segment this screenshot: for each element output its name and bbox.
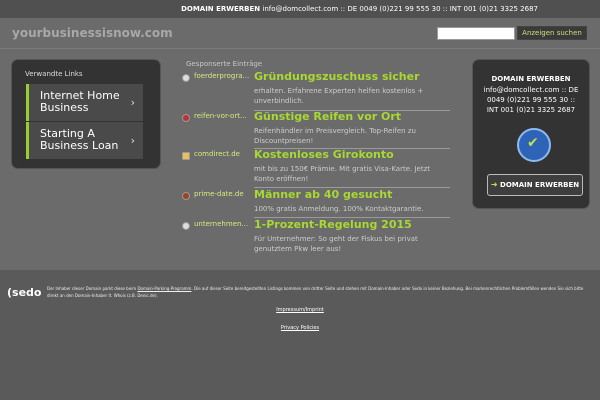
favicon-icon xyxy=(182,114,190,122)
domain-buy-button-label: DOMAIN ERWERBEN xyxy=(500,181,580,189)
entry-description: 100% gratis Anmeldung. 100% Kontaktgaran… xyxy=(254,205,424,213)
favicon-icon xyxy=(182,74,190,82)
entry-headline[interactable]: Kostenloses Girokonto xyxy=(254,148,394,161)
entry-headline[interactable]: Männer ab 40 gesucht xyxy=(254,188,392,201)
search-input[interactable] xyxy=(437,27,515,40)
site-name: yourbusinessisnow.com xyxy=(12,26,173,40)
privacy-link[interactable]: Privacy Policies xyxy=(0,325,600,331)
domain-buy-button[interactable]: ➜ DOMAIN ERWERBEN xyxy=(487,174,583,196)
parking-program-link[interactable]: Domain-Parking-Programm xyxy=(137,286,191,291)
related-link-label: Internet Home Business xyxy=(40,89,120,114)
top-bar: DOMAIN ERWERBEN info@domcollect.com :: D… xyxy=(0,0,600,18)
sponsored-title: Gesponserte Einträge xyxy=(186,60,263,68)
domain-buy-contact: info@domcollect.com :: DE 0049 (0)221 99… xyxy=(483,86,579,114)
chevron-right-icon: › xyxy=(130,96,135,109)
disclaimer-text-start: Der Inhaber dieser Domain parkt diese be… xyxy=(47,286,138,291)
top-domain-label[interactable]: DOMAIN ERWERBEN xyxy=(181,5,260,13)
domain-buy-title: DOMAIN ERWERBEN xyxy=(491,75,571,83)
entry-source[interactable]: foerderprogra... xyxy=(194,72,252,80)
arrow-right-icon: ➜ xyxy=(490,180,498,189)
top-contact-text: info@domcollect.com :: DE 0049 (0)221 99… xyxy=(262,5,538,13)
entry-description: Reifenhändler im Preisvergleich. Top-Rei… xyxy=(254,127,416,145)
sedo-logo: (sedo xyxy=(7,286,41,299)
sedo-logo-text: sedo xyxy=(12,286,42,299)
chevron-right-icon: › xyxy=(130,134,135,147)
favicon-icon xyxy=(182,192,190,200)
related-link-internet-home-business[interactable]: Internet Home Business › xyxy=(26,84,143,121)
entry-source[interactable]: reifen-vor-ort... xyxy=(194,112,252,120)
top-contact: DOMAIN ERWERBEN info@domcollect.com :: D… xyxy=(181,5,538,13)
entry-source[interactable]: unternehmen... xyxy=(194,220,252,228)
trust-seal-icon: ✔ xyxy=(517,128,551,162)
entry-headline[interactable]: Gründungszuschuss sicher xyxy=(254,70,420,83)
favicon-icon xyxy=(182,152,190,160)
entry-description: Für Unternehmer: So geht der Fiskus bei … xyxy=(254,235,418,253)
related-link-starting-a-business-loan[interactable]: Starting A Business Loan › xyxy=(26,122,143,159)
entry-description: mit bis zu 150€ Prämie. Mit gratis Visa-… xyxy=(254,165,430,183)
footer-disclaimer: Der Inhaber dieser Domain parkt diese be… xyxy=(47,285,595,299)
related-links-title: Verwandte Links xyxy=(25,70,83,78)
entry-headline[interactable]: Günstige Reifen vor Ort xyxy=(254,110,401,123)
imprint-link[interactable]: Impressum/Imprint xyxy=(0,307,600,313)
related-links-box: Verwandte Links Internet Home Business ›… xyxy=(11,59,161,169)
checkmark-icon: ✔ xyxy=(527,135,539,151)
entry-headline[interactable]: 1-Prozent-Regelung 2015 xyxy=(254,218,412,231)
entry-source[interactable]: prime-date.de xyxy=(194,190,252,198)
favicon-icon xyxy=(182,222,190,230)
header-divider xyxy=(0,48,600,49)
footer: (sedo Der Inhaber dieser Domain parkt di… xyxy=(0,270,600,400)
entry-source[interactable]: comdirect.de xyxy=(194,150,252,158)
related-link-label: Starting A Business Loan xyxy=(40,127,119,152)
entry-description: erhalten. Erfahrene Experten helfen kost… xyxy=(254,87,424,105)
search-button[interactable]: Anzeigen suchen xyxy=(517,26,587,40)
domain-buy-box: DOMAIN ERWERBEN info@domcollect.com :: D… xyxy=(472,59,590,209)
